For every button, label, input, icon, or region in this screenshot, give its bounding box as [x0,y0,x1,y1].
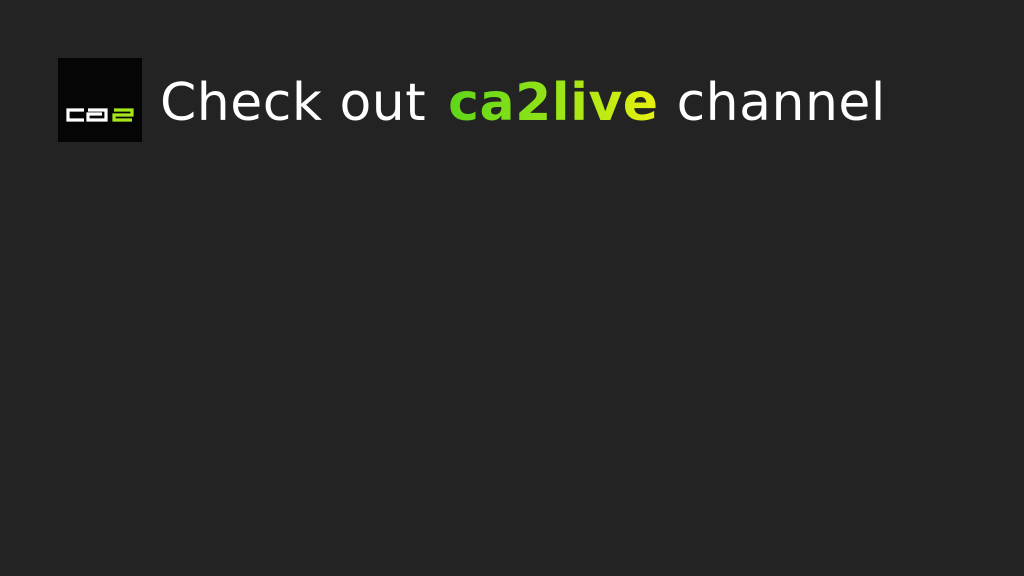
headline-prefix: Check out [160,73,427,133]
header: ca 2 Check out ca2live channel [58,58,886,142]
ca2-logo: ca 2 [58,58,142,142]
headline-suffix: channel [676,73,886,133]
headline: Check out ca2live channel [160,71,886,129]
slide: ca 2 Check out ca2live channel [0,0,1024,576]
channel-name: ca2live [448,73,659,133]
ca2-logo-mark [66,108,134,122]
